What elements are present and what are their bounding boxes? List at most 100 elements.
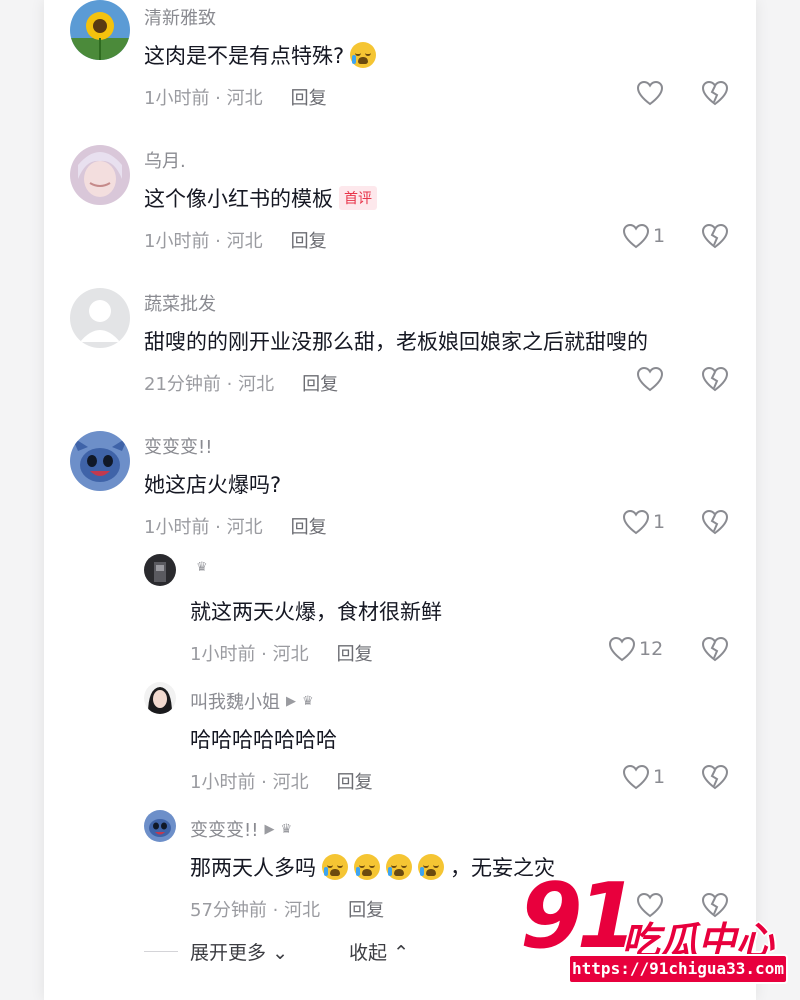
comment-text: 这肉是不是有点特殊? bbox=[144, 40, 377, 70]
username-text[interactable]: 清新雅致 bbox=[144, 4, 216, 30]
like-count: 1 bbox=[653, 766, 666, 788]
heart-icon bbox=[636, 80, 664, 106]
comment-panel: 清新雅致 这肉是不是有点特殊? 1小时前 · 河北 回复 乌月. 这个像小红书的… bbox=[44, 0, 756, 1000]
time-location: 57分钟前 · 河北 bbox=[190, 900, 321, 921]
heart-icon bbox=[608, 636, 636, 662]
broken-heart-icon bbox=[701, 509, 729, 535]
reply-meta: 57分钟前 · 河北 回复 bbox=[190, 896, 384, 922]
watermark-url: https://91chigua33.com bbox=[568, 954, 788, 984]
reply-text: 就这两天火爆，食材很新鲜 bbox=[190, 596, 442, 626]
reply-meta: 1小时前 · 河北 回复 bbox=[190, 640, 373, 666]
comment-text-content: 甜嗖的的刚开业没那么甜，老板娘回娘家之后就甜嗖的 bbox=[144, 330, 648, 354]
avatar[interactable] bbox=[70, 0, 130, 60]
avatar[interactable] bbox=[144, 682, 176, 714]
comment-text: 她这店火爆吗? bbox=[144, 469, 281, 499]
username-text[interactable]: 变变变!! bbox=[144, 433, 212, 459]
comment-text-content: 这肉是不是有点特殊? bbox=[144, 44, 345, 68]
reply-button[interactable]: 回复 bbox=[291, 513, 327, 539]
reply-text: 那两天人多吗 ，无妄之灾 bbox=[190, 852, 555, 882]
reply-text: 哈哈哈哈哈哈哈 bbox=[190, 724, 337, 754]
avatar[interactable] bbox=[70, 431, 130, 491]
broken-heart-icon bbox=[701, 366, 729, 392]
broken-heart-icon bbox=[701, 80, 729, 106]
username[interactable]: 清新雅致 bbox=[144, 4, 216, 30]
like-count: 1 bbox=[653, 225, 666, 247]
username[interactable]: 蔬菜批发 bbox=[144, 290, 216, 316]
comment-text-content: 她这店火爆吗? bbox=[144, 473, 282, 497]
avatar[interactable] bbox=[144, 554, 176, 586]
username[interactable]: 变变变!! ▶ ♛ bbox=[190, 816, 292, 842]
crown-icon: ♛ bbox=[302, 693, 314, 709]
avatar[interactable] bbox=[70, 288, 130, 348]
collapse-button[interactable]: 收起 ⌃ bbox=[349, 938, 409, 965]
username-text[interactable]: 变变变!! bbox=[190, 816, 258, 842]
comment-text: 甜嗖的的刚开业没那么甜，老板娘回娘家之后就甜嗖的 bbox=[144, 326, 648, 356]
reply-text-content: 哈哈哈哈哈哈哈 bbox=[190, 728, 337, 752]
reply-button[interactable]: 回复 bbox=[337, 768, 373, 794]
username[interactable]: 乌月. bbox=[144, 147, 186, 173]
comment-text-content: 这个像小红书的模板 bbox=[144, 187, 333, 211]
crying-emoji-icon bbox=[418, 854, 444, 880]
like-count: 12 bbox=[639, 638, 664, 660]
username[interactable]: ♛ bbox=[190, 560, 208, 575]
avatar[interactable] bbox=[70, 145, 130, 205]
broken-heart-icon bbox=[701, 636, 729, 662]
time-location: 1小时前 · 河北 bbox=[190, 772, 309, 793]
watermark-logo: 91 吃瓜中心 https://91chigua33.com bbox=[512, 862, 800, 1000]
play-icon: ▶ bbox=[264, 821, 275, 837]
comment-meta: 1小时前 · 河北 回复 bbox=[144, 84, 327, 110]
username[interactable]: 叫我魏小姐 ▶ ♛ bbox=[190, 688, 314, 714]
like-button[interactable] bbox=[636, 366, 667, 392]
like-button[interactable]: 1 bbox=[622, 764, 665, 790]
play-icon: ▶ bbox=[286, 693, 296, 709]
dislike-button[interactable] bbox=[701, 509, 729, 535]
crying-emoji-icon bbox=[386, 854, 412, 880]
username-text[interactable]: 叫我魏小姐 bbox=[190, 688, 280, 714]
reply-text-before: 那两天人多吗 bbox=[190, 856, 316, 880]
like-count: 1 bbox=[653, 511, 666, 533]
chevron-up-icon: ⌃ bbox=[393, 942, 409, 964]
chevron-down-icon: ⌄ bbox=[272, 942, 288, 964]
comment-meta: 21分钟前 · 河北 回复 bbox=[144, 370, 338, 396]
crown-icon: ♛ bbox=[280, 821, 293, 837]
comment-meta: 1小时前 · 河北 回复 bbox=[144, 513, 327, 539]
reply-button[interactable]: 回复 bbox=[291, 84, 327, 110]
comment-text: 这个像小红书的模板 首评 bbox=[144, 183, 377, 213]
comment-meta: 1小时前 · 河北 回复 bbox=[144, 227, 327, 253]
broken-heart-icon bbox=[701, 223, 729, 249]
first-comment-tag: 首评 bbox=[339, 186, 377, 210]
reply-button[interactable]: 回复 bbox=[302, 370, 338, 396]
dislike-button[interactable] bbox=[701, 80, 729, 106]
heart-icon bbox=[622, 223, 650, 249]
heart-icon bbox=[622, 764, 650, 790]
dislike-button[interactable] bbox=[701, 366, 729, 392]
crying-laugh-emoji-icon bbox=[350, 42, 377, 68]
like-button[interactable] bbox=[636, 80, 667, 106]
reply-button[interactable]: 回复 bbox=[348, 896, 384, 922]
username-text[interactable]: 乌月. bbox=[144, 147, 186, 173]
reply-button[interactable]: 回复 bbox=[337, 640, 373, 666]
divider-line bbox=[144, 951, 178, 952]
collapse-label: 收起 bbox=[349, 942, 388, 964]
like-button[interactable]: 1 bbox=[622, 223, 665, 249]
time-location: 21分钟前 · 河北 bbox=[144, 374, 275, 395]
reply-text-content: 就这两天火爆，食材很新鲜 bbox=[190, 600, 442, 624]
crown-icon: ♛ bbox=[196, 560, 208, 575]
broken-heart-icon bbox=[701, 764, 729, 790]
like-button[interactable]: 12 bbox=[608, 636, 663, 662]
dislike-button[interactable] bbox=[701, 764, 729, 790]
crying-emoji-icon bbox=[354, 854, 380, 880]
expand-more-button[interactable]: 展开更多 ⌄ bbox=[190, 938, 288, 965]
reply-meta: 1小时前 · 河北 回复 bbox=[190, 768, 373, 794]
username[interactable]: 变变变!! bbox=[144, 433, 212, 459]
avatar[interactable] bbox=[144, 810, 176, 842]
expand-label: 展开更多 bbox=[190, 942, 267, 964]
crying-emoji-icon bbox=[322, 854, 348, 880]
dislike-button[interactable] bbox=[701, 636, 729, 662]
time-location: 1小时前 · 河北 bbox=[144, 88, 263, 109]
dislike-button[interactable] bbox=[701, 223, 729, 249]
like-button[interactable]: 1 bbox=[622, 509, 665, 535]
reply-button[interactable]: 回复 bbox=[291, 227, 327, 253]
username-text[interactable]: 蔬菜批发 bbox=[144, 290, 216, 316]
heart-icon bbox=[636, 366, 664, 392]
